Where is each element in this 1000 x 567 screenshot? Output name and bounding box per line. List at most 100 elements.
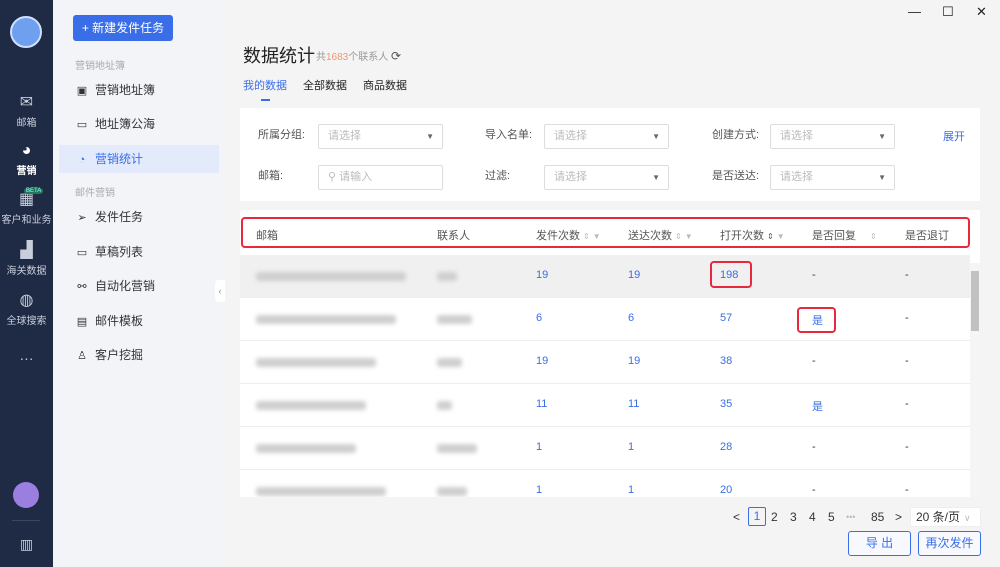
col-replied[interactable]: 是否回复 ⇕ — [812, 227, 877, 243]
divider — [12, 520, 40, 521]
nav-marketing[interactable]: ◕ 营销 — [0, 143, 53, 178]
tab-all-data[interactable]: 全部数据 — [303, 80, 347, 92]
nav-customs[interactable]: ▟ 海关数据 — [0, 243, 53, 278]
more-button[interactable]: ··· — [0, 350, 53, 366]
cell-sends[interactable]: 6 — [536, 312, 542, 324]
cell-delivered[interactable]: 1 — [628, 484, 634, 496]
col-opens[interactable]: 打开次数 ⇕ ▼ — [720, 227, 785, 243]
import-label: 导入名单: — [485, 129, 533, 141]
table-header: 邮箱 联系人 发件次数 ⇕ ▼ 送达次数 ⇕ ▼ 打开次数 ⇕ ▼ 是否回复 ⇕ 是否退订 — [241, 217, 970, 248]
page-5[interactable]: 5 — [828, 510, 835, 524]
sidebar-item-templates[interactable]: ▤ 邮件模板 — [59, 307, 219, 335]
page-1[interactable]: 1 — [748, 507, 766, 526]
create-select[interactable]: 请选择 ▼ — [770, 124, 895, 149]
page-4[interactable]: 4 — [809, 510, 816, 524]
globe-icon: ◍ — [19, 292, 34, 309]
sidebar-item-send-tasks[interactable]: ➢ 发件任务 — [59, 203, 219, 231]
import-select[interactable]: 请选择 ▼ — [544, 124, 669, 149]
table-row[interactable]: 19 19 38 - - — [240, 341, 970, 384]
cell-opens[interactable]: 20 — [720, 484, 732, 496]
cell-opens[interactable]: 35 — [720, 398, 732, 410]
cell-delivered[interactable]: 1 — [628, 441, 634, 453]
collapse-sidebar-button[interactable]: ‹ — [215, 280, 225, 302]
table-row[interactable]: 1 1 20 - - — [240, 470, 970, 497]
nav-customers[interactable]: ▦ 客户和业务 BETA — [0, 188, 53, 226]
sort-icon[interactable]: ⇕ — [870, 232, 877, 241]
contact-value-blurred — [437, 272, 457, 281]
email-value-blurred — [256, 315, 396, 324]
cell-sends[interactable]: 1 — [536, 441, 542, 453]
cell-opens[interactable]: 38 — [720, 355, 732, 367]
resend-button[interactable]: 再次发件 — [918, 531, 981, 556]
cell-reply[interactable]: 是 — [812, 398, 823, 414]
sidebar-item-marketing-stats[interactable]: ◔ 营销统计 — [59, 145, 219, 173]
page-3[interactable]: 3 — [790, 510, 797, 524]
filter-icon[interactable]: ▼ — [593, 232, 601, 241]
prev-page[interactable]: < — [733, 510, 740, 524]
cell-sends[interactable]: 11 — [536, 398, 547, 410]
sidebar-item-automation[interactable]: ⚯ 自动化营销 — [59, 272, 219, 300]
ellipsis[interactable]: ••• — [846, 512, 855, 522]
layout-icon[interactable]: ▥ — [0, 536, 53, 553]
cell-sends[interactable]: 19 — [536, 355, 548, 367]
secondary-sidebar: + 新建发件任务 营销地址簿 ▣ 营销地址簿 ▭ 地址簿公海 ◔ 营销统计 邮件营销 … — [53, 0, 225, 567]
sort-icon[interactable]: ⇕ — [583, 232, 590, 241]
tab-product-data[interactable]: 商品数据 — [363, 80, 407, 92]
contact-card-icon: ▣ — [76, 85, 88, 97]
cell-delivered[interactable]: 6 — [628, 312, 634, 324]
inbox-icon: ▭ — [76, 119, 88, 131]
scrollbar[interactable] — [970, 263, 980, 497]
cell-unsub: - — [905, 269, 909, 281]
close-button[interactable]: ✕ — [976, 4, 987, 20]
export-button[interactable]: 导 出 — [848, 531, 911, 556]
cell-sends[interactable]: 19 — [536, 269, 548, 281]
contact-value-blurred — [437, 444, 477, 453]
maximize-button[interactable]: ☐ — [942, 4, 954, 20]
cell-sends[interactable]: 1 — [536, 484, 542, 496]
sidebar-item-drafts[interactable]: ▭ 草稿列表 — [59, 238, 219, 266]
email-label: 邮箱: — [258, 170, 284, 182]
sort-icon[interactable]: ⇕ — [767, 232, 774, 241]
email-value-blurred — [256, 444, 356, 453]
sort-icon[interactable]: ⇕ — [675, 232, 682, 241]
contact-count: 共1683个联系人 ⟳ — [316, 49, 402, 63]
page-size-select[interactable]: 20 条/页 ∨ — [910, 507, 981, 527]
table-row[interactable]: 6 6 57 是 - — [240, 298, 970, 341]
col-delivered[interactable]: 送达次数 ⇕ ▼ — [628, 227, 693, 243]
filter-icon[interactable]: ▼ — [777, 232, 785, 241]
refresh-icon[interactable]: ⟳ — [391, 49, 401, 63]
main-nav: ✉ 邮箱 ◕ 营销 ▦ 客户和业务 BETA ▟ 海关数据 ◍ 全球搜索 ··· ▥ — [0, 0, 53, 567]
email-search-input[interactable]: ⚲ 请输入 — [318, 165, 443, 190]
group-select[interactable]: 请选择 ▼ — [318, 124, 443, 149]
sidebar-item-public-pool[interactable]: ▭ 地址簿公海 — [59, 110, 219, 138]
customer-icon: ▦ — [18, 191, 35, 208]
next-page[interactable]: > — [895, 510, 902, 524]
sidebar-item-address-book[interactable]: ▣ 营销地址簿 — [59, 76, 219, 104]
cell-delivered[interactable]: 19 — [628, 355, 640, 367]
page-2[interactable]: 2 — [771, 510, 778, 524]
nav-mail[interactable]: ✉ 邮箱 — [0, 95, 53, 130]
table-row[interactable]: 1 1 28 - - — [240, 427, 970, 470]
sidebar-item-customer-mining[interactable]: ♙ 客户挖掘 — [59, 341, 219, 369]
page-last[interactable]: 85 — [871, 510, 884, 524]
email-value-blurred — [256, 358, 376, 367]
tab-my-data[interactable]: 我的数据 — [243, 80, 287, 92]
new-send-task-button[interactable]: + 新建发件任务 — [73, 15, 173, 41]
minimize-button[interactable]: — — [908, 4, 921, 19]
org-avatar[interactable] — [10, 16, 42, 48]
cell-delivered[interactable]: 19 — [628, 269, 640, 281]
caret-down-icon: ▼ — [652, 132, 660, 141]
nav-global-search[interactable]: ◍ 全球搜索 — [0, 292, 53, 328]
cell-opens[interactable]: 57 — [720, 312, 732, 324]
cell-opens[interactable]: 28 — [720, 441, 732, 453]
col-sends[interactable]: 发件次数 ⇕ ▼ — [536, 227, 601, 243]
filter-icon[interactable]: ▼ — [685, 232, 693, 241]
table-row[interactable]: 11 11 35 是 - — [240, 384, 970, 427]
user-avatar[interactable] — [13, 482, 39, 508]
filter-select[interactable]: 请选择 ▼ — [544, 165, 669, 190]
expand-link[interactable]: 展开 — [943, 128, 965, 144]
table-row[interactable]: 19 19 198- - — [240, 255, 970, 298]
cell-delivered[interactable]: 11 — [628, 398, 639, 410]
scrollbar-thumb[interactable] — [971, 271, 979, 331]
delivered-select[interactable]: 请选择 ▼ — [770, 165, 895, 190]
